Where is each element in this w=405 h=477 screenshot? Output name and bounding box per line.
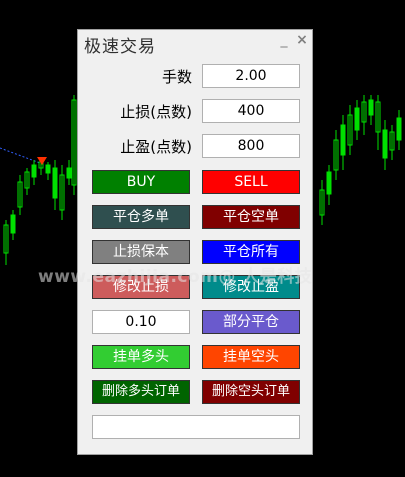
- close-icon[interactable]: ×: [296, 32, 308, 50]
- delete-short-orders-button[interactable]: 删除空头订单: [202, 380, 300, 404]
- pending-long-button[interactable]: 挂单多头: [92, 345, 190, 369]
- takeprofit-label: 止盈(点数): [120, 138, 192, 156]
- partial-close-button[interactable]: 部分平仓: [202, 310, 300, 334]
- close-all-button[interactable]: 平仓所有: [202, 240, 300, 264]
- stoploss-label: 止损(点数): [120, 103, 192, 121]
- takeprofit-input[interactable]: [202, 134, 300, 158]
- delete-long-orders-button[interactable]: 删除多头订单: [92, 380, 190, 404]
- lots-input[interactable]: [202, 64, 300, 88]
- breakeven-button[interactable]: 止损保本: [92, 240, 190, 264]
- stoploss-input[interactable]: [202, 99, 300, 123]
- lots-label: 手数: [161, 68, 192, 86]
- sell-button[interactable]: SELL: [202, 170, 300, 194]
- right-candles: [319, 95, 402, 225]
- pending-short-button[interactable]: 挂单空头: [202, 345, 300, 369]
- minimize-icon[interactable]: _: [278, 32, 290, 50]
- quick-trade-panel: 极速交易 _ × 手数 止损(点数) 止盈(点数) BUY SELL 平仓多单 …: [77, 29, 313, 455]
- comment-input[interactable]: [92, 415, 300, 439]
- buy-button[interactable]: BUY: [92, 170, 190, 194]
- partial-lots-input[interactable]: [92, 310, 190, 334]
- close-short-button[interactable]: 平仓空单: [202, 205, 300, 229]
- watermark-text: www.eazhijia.com@ 人是科技: [38, 267, 313, 287]
- left-candles: [3, 95, 77, 265]
- close-long-button[interactable]: 平仓多单: [92, 205, 190, 229]
- panel-title: 极速交易: [84, 37, 156, 57]
